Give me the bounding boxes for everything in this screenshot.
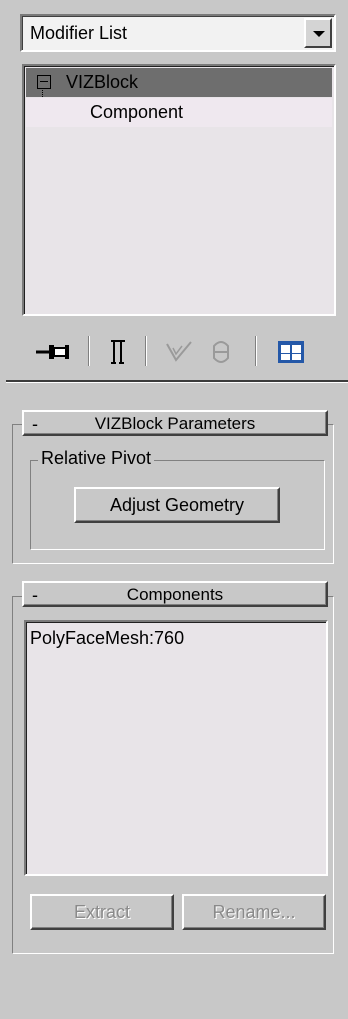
vizblock-parameters-title-bar[interactable]: - VIZBlock Parameters [22, 410, 328, 436]
make-unique-icon [166, 341, 192, 362]
toolbar-separator [88, 336, 89, 366]
remove-modifier-icon [213, 341, 229, 363]
stack-item-vizblock[interactable]: VIZBlock [26, 68, 332, 97]
stack-item-label: VIZBlock [66, 72, 139, 92]
adjust-geometry-button[interactable]: Adjust Geometry [74, 487, 280, 523]
chevron-down-icon[interactable] [304, 18, 332, 48]
modifier-list-value: Modifier List [30, 23, 128, 43]
extract-button[interactable]: Extract [30, 894, 174, 930]
modifier-list-dropdown[interactable]: Modifier List [20, 14, 336, 52]
stack-item-component[interactable]: Component [26, 98, 332, 127]
rename-button[interactable]: Rename... [182, 894, 326, 930]
rollout-title: VIZBlock Parameters [94, 414, 256, 433]
toolbar-separator [255, 336, 256, 366]
components-title-bar[interactable]: - Components [22, 581, 328, 607]
group-label: Relative Pivot [38, 448, 155, 469]
panel-divider [6, 380, 348, 383]
components-list[interactable]: PolyFaceMesh:760 [24, 620, 328, 876]
modifier-stack-list[interactable]: VIZBlock Component [22, 64, 336, 316]
configure-modifier-sets-icon[interactable] [276, 338, 306, 366]
toolbar-separator [145, 336, 146, 366]
show-end-result-icon[interactable] [108, 338, 128, 366]
collapse-icon[interactable] [37, 75, 51, 89]
pin-stack-icon[interactable] [34, 338, 74, 366]
stack-item-label: Component [90, 102, 184, 122]
list-item[interactable]: PolyFaceMesh:760 [30, 628, 184, 649]
rollout-title: Components [126, 585, 224, 604]
